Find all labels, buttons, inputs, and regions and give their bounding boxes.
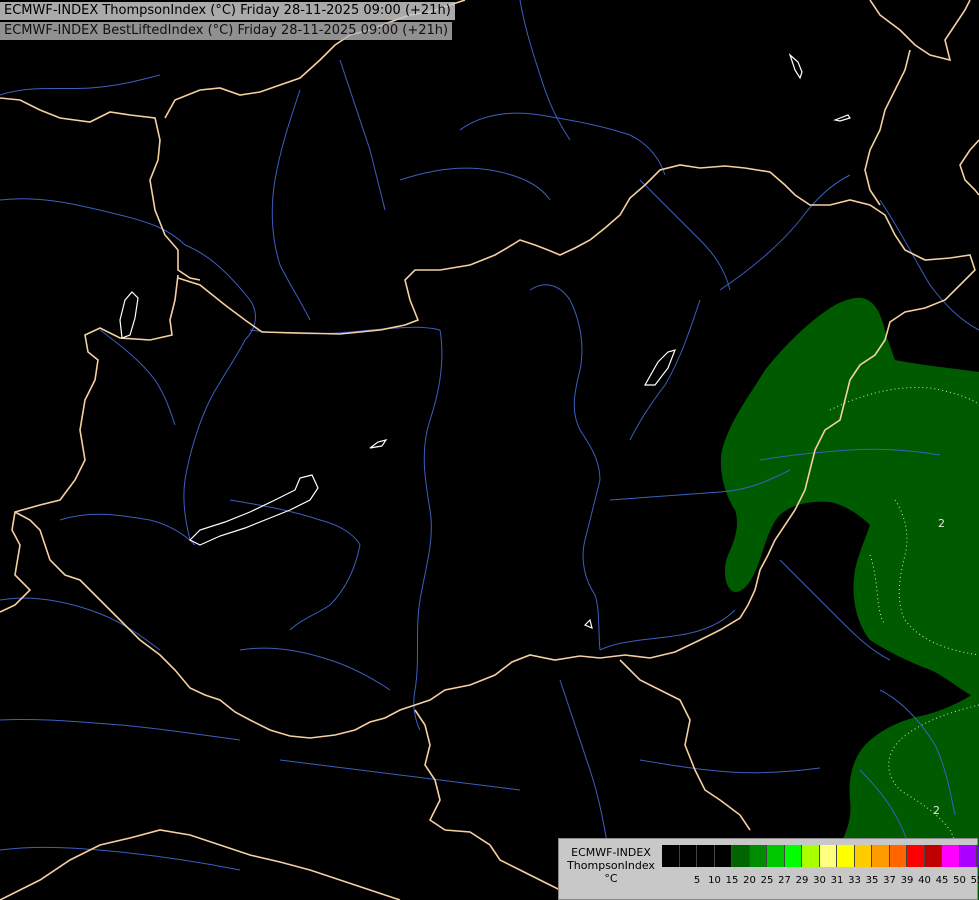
legend-swatch [802, 845, 820, 867]
legend-swatch [749, 845, 767, 867]
title-thompson-index: ECMWF-INDEX ThompsonIndex (°C) Friday 28… [0, 2, 455, 20]
legend-swatch [837, 845, 855, 867]
legend-unit: °C [604, 872, 618, 885]
legend-swatch [767, 845, 785, 867]
legend-swatch [714, 845, 732, 867]
legend-model: ECMWF-INDEX [571, 846, 651, 859]
legend-tick-label: 39 [900, 875, 914, 886]
legend-parameter: ThompsonIndex [567, 859, 655, 872]
legend-label: ECMWF-INDEX ThompsonIndex °C [563, 846, 659, 885]
legend-swatches [662, 845, 979, 867]
legend-swatch [819, 845, 837, 867]
legend-tick-label: 45 [935, 875, 949, 886]
legend-swatch [784, 845, 802, 867]
contour-label-2: 2 [933, 804, 940, 817]
legend-swatch [907, 845, 925, 867]
legend-swatch [942, 845, 960, 867]
legend-swatch [697, 845, 715, 867]
legend-tick-label: 35 [865, 875, 879, 886]
legend-tick-label: 50 [953, 875, 966, 886]
legend-tick-label: 10 [708, 875, 721, 886]
legend-tick-label: 40 [918, 875, 931, 886]
legend-swatch [959, 845, 977, 867]
legend-swatch [854, 845, 872, 867]
legend-tick-label: 30 [813, 875, 826, 886]
legend-tick-label: 27 [778, 875, 791, 886]
weather-map: 2 2 [0, 0, 979, 900]
legend-tick-label: 33 [848, 875, 861, 886]
color-legend: ECMWF-INDEX ThompsonIndex °C 5 10 15 20 25 27… [558, 838, 979, 900]
legend-swatch [679, 845, 697, 867]
legend-swatch [662, 845, 680, 867]
legend-tick-label: 55 [970, 875, 979, 886]
title-best-lifted-index: ECMWF-INDEX BestLiftedIndex (°C) Friday … [0, 22, 453, 40]
legend-tick-label: 20 [743, 875, 756, 886]
legend-tick-label: 5 [693, 875, 701, 886]
legend-tick-label: 29 [795, 875, 809, 886]
legend-tick-label: 15 [725, 875, 739, 886]
legend-tick-label: 31 [830, 875, 844, 886]
legend-swatch [732, 845, 750, 867]
legend-swatch [924, 845, 942, 867]
legend-swatch [872, 845, 890, 867]
legend-swatch [889, 845, 907, 867]
contour-label-1: 2 [938, 517, 945, 530]
legend-tick-label: 25 [760, 875, 774, 886]
legend-tick-label: 37 [883, 875, 896, 886]
